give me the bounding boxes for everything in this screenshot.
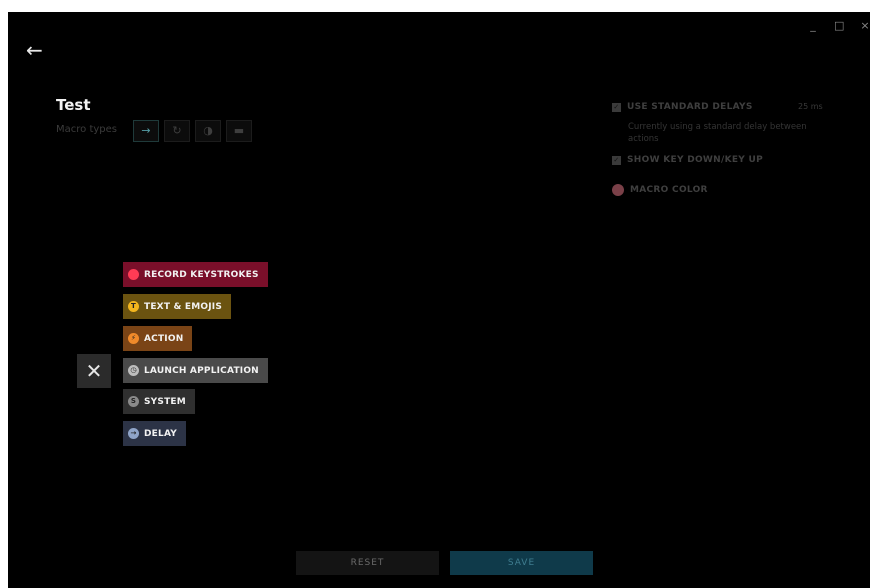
reset-button[interactable]: RESET xyxy=(296,551,439,575)
launch-application-label: LAUNCH APPLICATION xyxy=(144,365,259,376)
use-standard-delays-label: USE STANDARD DELAYS xyxy=(627,102,753,112)
repeat-icon: ↻ xyxy=(172,124,182,137)
record-icon xyxy=(128,269,139,280)
standard-delay-value: 25 ms xyxy=(798,102,823,111)
sequence-icon: ▬ xyxy=(233,124,245,137)
delay-label: DELAY xyxy=(144,428,177,439)
maximize-button[interactable]: □ xyxy=(834,20,844,31)
macro-type-sequence[interactable]: ▬ xyxy=(226,120,252,142)
action-button[interactable]: ⚡ ACTION xyxy=(123,326,193,351)
window-controls: _ □ × xyxy=(808,20,870,31)
arrow-left-icon: ← xyxy=(26,38,43,62)
launch-application-button[interactable]: ◷ LAUNCH APPLICATION xyxy=(123,358,268,383)
close-window-button[interactable]: × xyxy=(860,20,870,31)
close-icon: ✕ xyxy=(85,359,103,383)
use-standard-delays-checkbox[interactable]: ✓ xyxy=(612,102,621,112)
macro-type-repeat[interactable]: ↻ xyxy=(164,120,190,142)
use-standard-delays-row[interactable]: ✓ USE STANDARD DELAYS xyxy=(612,102,753,112)
text-icon: T xyxy=(128,301,139,312)
record-keystrokes-button[interactable]: RECORD KEYSTROKES xyxy=(123,262,268,287)
show-key-down-up-label: SHOW KEY DOWN/KEY UP xyxy=(627,155,764,165)
action-label: ACTION xyxy=(144,333,184,344)
save-button[interactable]: SAVE xyxy=(450,551,593,575)
back-button[interactable]: ← xyxy=(26,40,50,60)
text-emojis-button[interactable]: T TEXT & EMOJIS xyxy=(123,294,232,319)
toggle-icon: ◑ xyxy=(203,124,213,137)
show-key-down-up-checkbox[interactable]: ✓ xyxy=(612,155,621,165)
macro-color-row[interactable]: MACRO COLOR xyxy=(612,184,708,196)
system-label: SYSTEM xyxy=(144,396,186,407)
delay-button[interactable]: → DELAY xyxy=(123,421,186,446)
text-emojis-label: TEXT & EMOJIS xyxy=(144,301,223,312)
close-menu-button[interactable]: ✕ xyxy=(77,354,111,388)
show-key-down-up-row[interactable]: ✓ SHOW KEY DOWN/KEY UP xyxy=(612,155,763,165)
macro-type-toggle[interactable]: ◑ xyxy=(195,120,221,142)
app-window: _ □ × ← Test Macro types → ↻ ◑ ▬ ✓ USE S… xyxy=(8,12,870,588)
system-button[interactable]: S SYSTEM xyxy=(123,389,195,414)
arrow-right-icon: → xyxy=(141,124,151,137)
minimize-button[interactable]: _ xyxy=(808,20,818,31)
macro-color-swatch[interactable] xyxy=(612,184,624,196)
record-keystrokes-label: RECORD KEYSTROKES xyxy=(144,269,259,280)
delay-icon: → xyxy=(128,428,139,439)
macro-color-label: MACRO COLOR xyxy=(630,185,708,195)
page-title: Test xyxy=(56,96,91,114)
macro-types-label: Macro types xyxy=(56,124,117,135)
launch-icon: ◷ xyxy=(128,365,139,376)
macro-type-no-repeat[interactable]: → xyxy=(133,120,159,142)
system-icon: S xyxy=(128,396,139,407)
delay-description: Currently using a standard delay between… xyxy=(628,122,807,144)
action-icon: ⚡ xyxy=(128,333,139,344)
